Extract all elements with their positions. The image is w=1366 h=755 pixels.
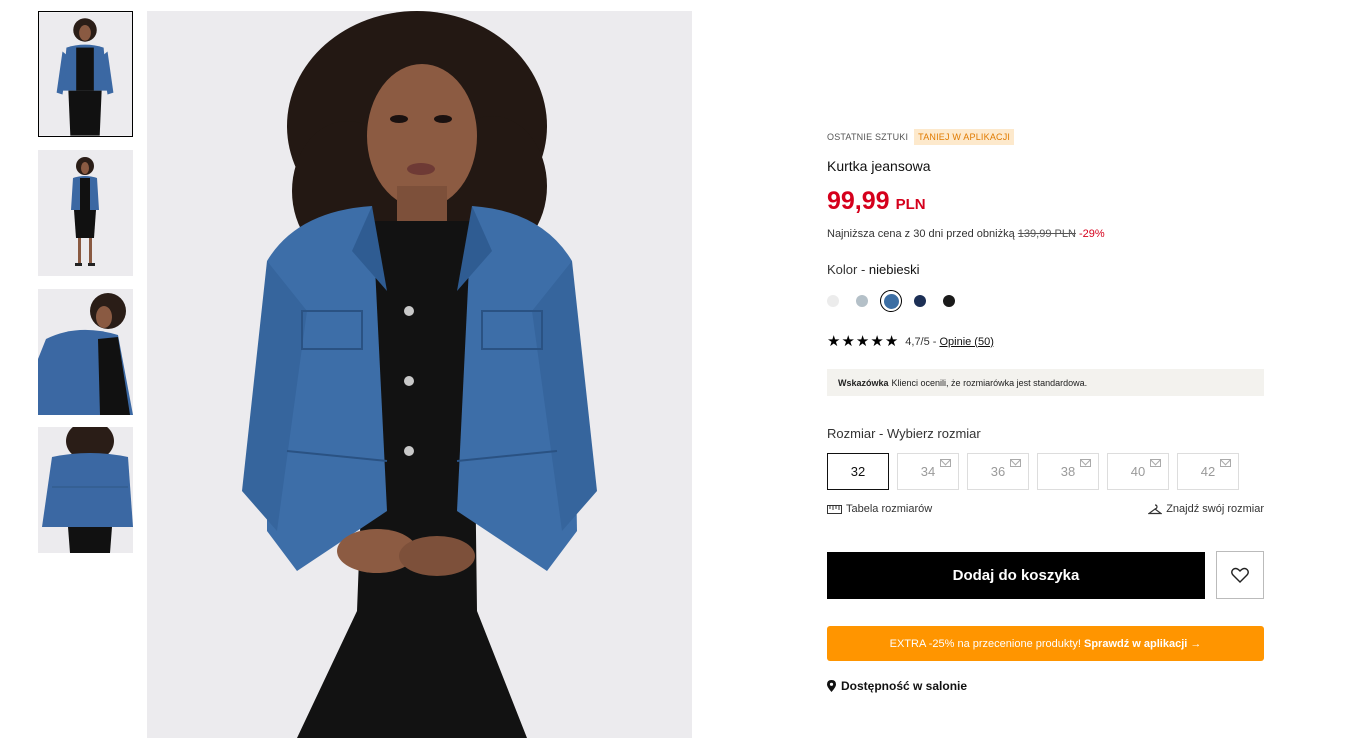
size-option-32[interactable]: 32 — [827, 453, 889, 490]
lowest-price-discount: -29% — [1078, 228, 1105, 240]
size-hint-box: Wskazówka Klienci ocenili, że rozmiarówk… — [827, 369, 1264, 396]
lowest-price-prefix: Najniższa cena z 30 dni przed obniżką — [827, 228, 1015, 240]
color-swatches — [827, 290, 1264, 312]
swatch-selected-ring — [880, 290, 902, 312]
wishlist-button[interactable] — [1216, 551, 1264, 599]
swatch-black[interactable] — [943, 295, 972, 307]
thumbnail-full-body-image — [38, 150, 133, 276]
badge-last-items: OSTATNIE SZTUKI — [827, 132, 909, 142]
size-table-label: Tabela rozmiarów — [846, 503, 933, 515]
star-icon: ★ — [855, 333, 870, 350]
swatch-white[interactable] — [827, 295, 856, 307]
star-icon: ★ — [884, 333, 899, 350]
cart-row: Dodaj do koszyka — [827, 551, 1264, 599]
swatch-dot[interactable] — [827, 295, 839, 307]
rating-value: 4,7/5 - — [905, 335, 937, 348]
price-currency: PLN — [895, 196, 926, 213]
reviews-link[interactable]: Opinie (50) — [939, 336, 993, 348]
find-size-link[interactable]: Znajdź swój rozmiar — [1148, 503, 1264, 515]
badges-row: OSTATNIE SZTUKI TANIEJ W APLIKACJI — [827, 128, 1264, 146]
product-title: Kurtka jeansowa — [827, 158, 931, 174]
notify-envelope-icon — [1150, 459, 1161, 467]
size-table-link[interactable]: Tabela rozmiarów — [827, 503, 932, 515]
product-price: 99,99 PLN — [827, 187, 1264, 216]
size-option-38[interactable]: 38 — [1037, 453, 1099, 490]
hint-text: Klienci ocenili, że rozmiarówka jest sta… — [891, 377, 1088, 388]
notify-envelope-icon — [940, 459, 951, 467]
size-links-row: Tabela rozmiarów Znajdź swój rozmiar — [827, 503, 1264, 515]
star-icon: ★ — [827, 333, 841, 350]
product-details: OSTATNIE SZTUKI TANIEJ W APLIKACJI Kurtk… — [827, 128, 1264, 693]
notify-envelope-icon — [1010, 459, 1021, 467]
location-pin-icon — [827, 680, 836, 692]
main-product-illustration — [147, 11, 692, 738]
size-option-40[interactable]: 40 — [1107, 453, 1169, 490]
size-value: 32 — [850, 464, 866, 479]
color-label: Kolor - — [827, 262, 869, 277]
thumbnail-side-image — [38, 289, 133, 415]
add-to-cart-button[interactable]: Dodaj do koszyka — [827, 551, 1205, 599]
size-value: 34 — [920, 464, 936, 479]
size-label: Rozmiar - Wybierz rozmiar — [827, 426, 981, 441]
size-value: 36 — [990, 464, 1006, 479]
lowest-price-info: Najniższa cena z 30 dni przed obniżką 13… — [827, 228, 1264, 240]
rating-stars: ★ ★ ★ ★ ★ — [827, 334, 899, 349]
swatch-dot[interactable] — [943, 295, 955, 307]
main-product-image[interactable] — [147, 11, 692, 738]
lowest-price-old: 139,99 PLN — [1017, 228, 1076, 240]
color-label-row: Kolor - niebieski — [827, 262, 1264, 277]
size-option-36[interactable]: 36 — [967, 453, 1029, 490]
thumbnail-front-image — [39, 12, 132, 136]
size-value: 38 — [1060, 464, 1076, 479]
thumbnail-side[interactable] — [38, 289, 133, 415]
store-availability-link[interactable]: Dostępność w salonie — [827, 679, 1264, 693]
hint-label: Wskazówka — [838, 377, 889, 388]
size-option-34[interactable]: 34 — [897, 453, 959, 490]
heart-icon — [1231, 567, 1249, 583]
thumbnail-back[interactable] — [38, 427, 133, 553]
size-option-42[interactable]: 42 — [1177, 453, 1239, 490]
swatch-dot[interactable] — [914, 295, 926, 307]
star-icon: ★ — [841, 333, 855, 350]
store-availability-label: Dostępność w salonie — [841, 679, 968, 693]
size-options: 32 34 36 38 40 42 — [827, 453, 1264, 490]
find-size-label: Znajdź swój rozmiar — [1166, 503, 1264, 515]
color-value: niebieski — [868, 262, 920, 277]
size-value: 42 — [1200, 464, 1216, 479]
size-value: 40 — [1130, 464, 1146, 479]
hanger-icon — [1148, 503, 1163, 514]
swatch-blue-selected[interactable] — [880, 290, 914, 312]
notify-envelope-icon — [1220, 459, 1231, 467]
thumbnail-front[interactable] — [38, 11, 133, 137]
notify-envelope-icon — [1080, 459, 1091, 467]
badge-cheaper-in-app: TANIEJ W APLIKACJI — [914, 129, 1015, 145]
promo-link[interactable]: Sprawdź w aplikacji → — [1084, 638, 1201, 650]
swatch-dot[interactable] — [883, 293, 899, 309]
swatch-dot[interactable] — [856, 295, 868, 307]
thumbnail-back-image — [38, 427, 133, 553]
swatch-navy[interactable] — [914, 295, 943, 307]
star-icon: ★ — [870, 333, 884, 350]
thumbnail-full-body[interactable] — [38, 150, 133, 276]
rating-row: ★ ★ ★ ★ ★ 4,7/5 - Opinie (50) — [827, 334, 1264, 349]
promo-text: EXTRA -25% na przecenione produkty! — [889, 637, 1081, 650]
app-promo-banner[interactable]: EXTRA -25% na przecenione produkty! Spra… — [827, 626, 1264, 661]
price-amount: 99,99 — [827, 187, 890, 215]
ruler-icon — [827, 504, 842, 514]
